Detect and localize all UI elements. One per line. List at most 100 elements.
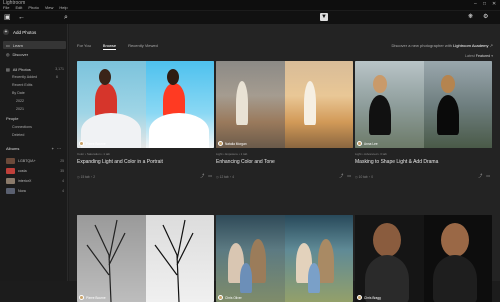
avatar xyxy=(218,295,223,300)
avatar xyxy=(357,295,362,300)
author-credit: Chris Oliver xyxy=(218,295,242,300)
tutorial-thumbnail: Anna Lee xyxy=(355,61,492,148)
album-item[interactable]: interiorX 4 xyxy=(6,177,64,185)
card-meta: ◷ 10 tab ◔ 0 ⤴ ▭ xyxy=(355,173,492,179)
sidebar-item-deleted[interactable]: Deleted xyxy=(12,133,24,137)
recent-edits-label: Recent Edits xyxy=(12,83,33,87)
tab-browse[interactable]: Browse xyxy=(102,43,117,50)
avatar xyxy=(357,141,362,146)
maximize-icon[interactable]: □ xyxy=(483,1,486,7)
album-thumbnail xyxy=(6,158,15,164)
author-credit: Anna Lee xyxy=(357,141,378,146)
tutorial-card[interactable]: Pierre Bourne xyxy=(77,215,214,302)
sidebar-item-by-date[interactable]: By Date xyxy=(12,91,25,95)
author-name: Anna Lee xyxy=(364,141,378,146)
share-icon[interactable]: ⤴ xyxy=(478,173,482,179)
card-meta: ◷ 15 tab ◔ 2 ⤴ ▭ xyxy=(77,173,214,179)
explore-text: Discover a new photographer with xyxy=(391,43,453,48)
discover-label: Discover xyxy=(12,51,29,57)
tutorial-thumbnail: Pierre Bourne xyxy=(77,215,214,302)
album-count: 25 xyxy=(60,159,64,163)
external-link-icon[interactable]: ↗ xyxy=(490,43,493,48)
bookmark-icon[interactable]: ▭ xyxy=(486,173,490,179)
album-item[interactable]: LGBTQIA+ 25 xyxy=(6,157,64,165)
tutorial-card[interactable]: Chris Bragg xyxy=(355,215,492,302)
panel-toggle-icon[interactable]: ▣ xyxy=(4,14,11,21)
sidebar-item-connections[interactable]: Connections xyxy=(12,125,32,129)
tutorial-card[interactable]: Natalia Morgan Light • Exposure • 1 tab … xyxy=(216,61,353,179)
card-title: Masking to Shape Light & Add Drama xyxy=(355,159,439,165)
sidebar-item-2021[interactable]: 2021 xyxy=(16,107,24,111)
author-name: Chris Bragg xyxy=(364,295,381,300)
filter-icon[interactable]: ▼ xyxy=(320,13,328,21)
recently-added-count: 6 xyxy=(56,75,58,79)
minimize-icon[interactable]: – xyxy=(474,1,477,7)
album-item[interactable]: costa 35 xyxy=(6,167,64,175)
card-meta: ◷ 12 tab ◔ 4 ⤴ ▭ xyxy=(216,173,353,179)
add-photos-button[interactable]: + Add Photos xyxy=(3,29,36,35)
year-2022-label: 2022 xyxy=(16,99,24,103)
sort-label: Latest xyxy=(465,54,475,58)
by-date-label: By Date xyxy=(12,91,25,95)
add-photos-label: Add Photos xyxy=(13,29,37,35)
tutorial-card[interactable]: Anna Lee Light • Advanced • 3 tab Maskin… xyxy=(355,61,492,179)
chevron-down-icon: ▾ xyxy=(491,54,493,58)
sidebar-item-discover[interactable]: ◎ Discover xyxy=(3,50,66,58)
album-menu-icon[interactable]: ⋯ xyxy=(57,146,61,151)
deleted-label: Deleted xyxy=(12,133,25,137)
explore-banner: Discover a new photographer with Lightro… xyxy=(392,43,493,48)
settings-icon[interactable]: ⚙ xyxy=(483,14,488,21)
sidebar-item-learn[interactable]: ▭ Learn xyxy=(3,41,66,49)
bookmark-icon[interactable]: ▭ xyxy=(347,173,351,179)
explore-link[interactable]: Lightroom Academy xyxy=(453,43,488,48)
all-photos-count: 3,171 xyxy=(55,67,64,71)
sidebar: + Add Photos ▭ Learn ◎ Discover ▤ All Ph… xyxy=(0,24,68,281)
bookmark-icon[interactable]: ▭ xyxy=(208,173,212,179)
top-toolbar: ▣ ← ⌕ ▼ ❋ ⚙ xyxy=(0,11,500,24)
back-arrow-icon[interactable]: ← xyxy=(18,14,25,21)
tree-branches-graphic xyxy=(86,219,194,302)
avatar xyxy=(79,141,84,146)
author-credit: Pierre Bourne xyxy=(79,295,106,300)
tab-for-you[interactable]: For You xyxy=(77,43,91,50)
tutorial-card[interactable]: Pierre Bourne Color • Saturation • 1 tab… xyxy=(77,61,214,179)
sidebar-item-recently-added[interactable]: Recently Added 6 xyxy=(12,75,58,79)
album-thumbnail xyxy=(6,178,15,184)
album-label: interiorX xyxy=(18,179,32,183)
album-item[interactable]: Nora 4 xyxy=(6,187,64,195)
all-photos-label: All Photos xyxy=(12,66,31,72)
add-album-icon[interactable]: + xyxy=(52,146,54,151)
avatar xyxy=(79,295,84,300)
share-icon[interactable]: ⤴ xyxy=(200,173,204,179)
tutorial-card[interactable]: Chris Oliver xyxy=(216,215,353,302)
close-icon[interactable]: ✕ xyxy=(492,1,496,7)
sidebar-item-2022[interactable]: 2022 xyxy=(16,99,24,103)
year-2021-label: 2021 xyxy=(16,107,24,111)
card-meta-text: ◷ 10 tab ◔ 0 xyxy=(355,175,373,179)
tutorial-thumbnail: Natalia Morgan xyxy=(216,61,353,148)
help-icon[interactable]: ❋ xyxy=(468,14,473,21)
share-icon[interactable]: ⤴ xyxy=(339,173,343,179)
avatar xyxy=(218,141,223,146)
discover-icon: ◎ xyxy=(6,51,10,57)
title-bar: Lightroom – □ ✕ xyxy=(0,0,500,10)
photos-icon: ▤ xyxy=(6,66,10,72)
card-meta-text: ◷ 15 tab ◔ 2 xyxy=(77,175,95,179)
album-count: 4 xyxy=(62,179,64,183)
sort-control[interactable]: Latest Featured ▾ xyxy=(465,54,493,58)
tab-recently-viewed[interactable]: Recently Viewed xyxy=(128,43,158,50)
author-name: Chris Oliver xyxy=(225,295,242,300)
album-thumbnail xyxy=(6,168,15,174)
connections-label: Connections xyxy=(12,125,32,129)
tab-bar: For You Browse Recently Viewed xyxy=(77,43,158,50)
card-tags: Light • Advanced • 3 tab xyxy=(355,152,387,156)
albums-label: Albums xyxy=(6,146,20,151)
card-title: Expanding Light and Color in a Portrait xyxy=(77,159,163,165)
sidebar-item-all-photos[interactable]: ▤ All Photos 3,171 xyxy=(3,65,66,73)
album-label: LGBTQIA+ xyxy=(18,159,36,163)
plus-icon: + xyxy=(3,29,9,35)
author-name: Pierre Bourne xyxy=(86,141,106,146)
sidebar-item-people[interactable]: People xyxy=(6,116,18,121)
sidebar-item-recent-edits[interactable]: Recent Edits xyxy=(12,83,32,87)
search-icon[interactable]: ⌕ xyxy=(64,14,68,21)
